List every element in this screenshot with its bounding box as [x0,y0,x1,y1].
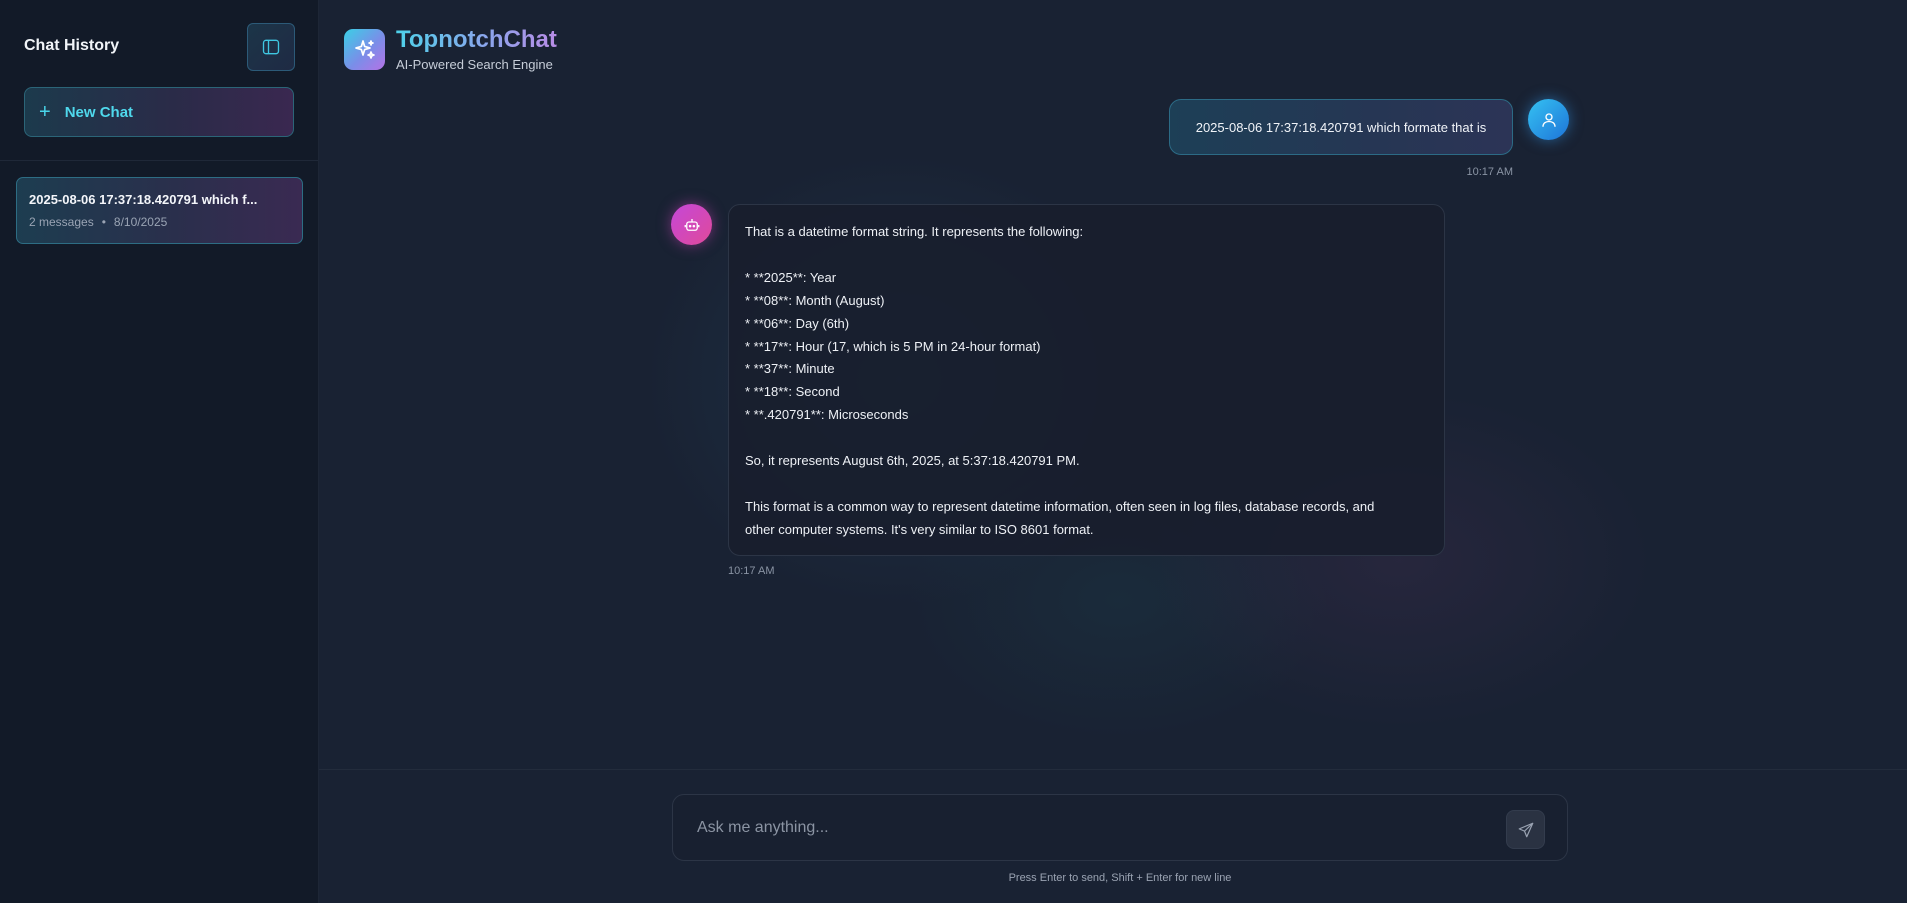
app-name: TopnotchChat [396,26,557,53]
assistant-line: * **.420791**: Microseconds [745,407,909,423]
assistant-line: * **17**: Hour (17, which is 5 PM in 24-… [745,338,1041,354]
assistant-line: * **06**: Day (6th) [745,315,850,331]
bot-icon [684,218,699,231]
sidebar: Chat History + New Chat 2025-08-06 17:37… [0,0,319,903]
chat-history-meta: 2 messages • 8/10/2025 [29,215,290,229]
user-message-time: 10:17 AM [1466,166,1513,178]
app: Chat History + New Chat 2025-08-06 17:37… [0,0,1907,903]
assistant-message-time: 10:17 AM [728,565,775,577]
message-count: 2 messages [29,215,94,229]
chat-date: 8/10/2025 [113,215,168,229]
sidebar-header: Chat History + New Chat [0,0,318,161]
assistant-line: * **08**: Month (August) [745,292,885,308]
chat-history-title: 2025-08-06 17:37:18.420791 which f... [29,192,258,207]
chat-history-item[interactable]: 2025-08-06 17:37:18.420791 which f... 2 … [16,177,303,244]
assistant-line: * **2025**: Year [745,269,837,285]
sparkles-icon [354,39,375,59]
sidebar-toggle-icon [262,39,280,55]
assistant-line [745,473,1428,496]
composer [672,794,1568,861]
send-button[interactable] [1506,810,1545,849]
new-chat-button[interactable]: + New Chat [24,87,294,137]
assistant-line: * **37**: Minute [745,361,835,377]
composer-divider [319,769,1907,770]
chat-input[interactable] [697,813,1497,843]
assistant-line: This format is a common way to represent… [745,498,1375,514]
user-avatar [1528,99,1569,140]
assistant-line: That is a datetime format string. It rep… [745,224,1084,239]
chat-main: TopnotchChat AI-Powered Search Engine 20… [319,0,1907,903]
bot-avatar [671,204,712,245]
composer-hint: Press Enter to send, Shift + Enter for n… [1008,872,1232,884]
sidebar-title: Chat History [24,37,120,54]
sidebar-toggle-button[interactable] [247,23,295,71]
assistant-line: So, it represents August 6th, 2025, at 5… [745,453,1080,469]
plus-icon: + [39,101,51,123]
app-logo [344,29,385,70]
assistant-line: other computer systems. It's very simila… [745,521,1094,537]
user-message: 2025-08-06 17:37:18.420791 which formate… [1169,99,1513,155]
user-icon [1541,112,1556,127]
new-chat-label: New Chat [64,103,134,121]
app-tagline: AI-Powered Search Engine [396,57,553,72]
assistant-line: * **18**: Second [745,384,840,400]
assistant-line [745,244,1428,267]
meta-separator: • [101,215,106,229]
assistant-message: That is a datetime format string. It rep… [728,204,1445,556]
send-icon [1518,822,1533,837]
assistant-line [745,427,1428,450]
